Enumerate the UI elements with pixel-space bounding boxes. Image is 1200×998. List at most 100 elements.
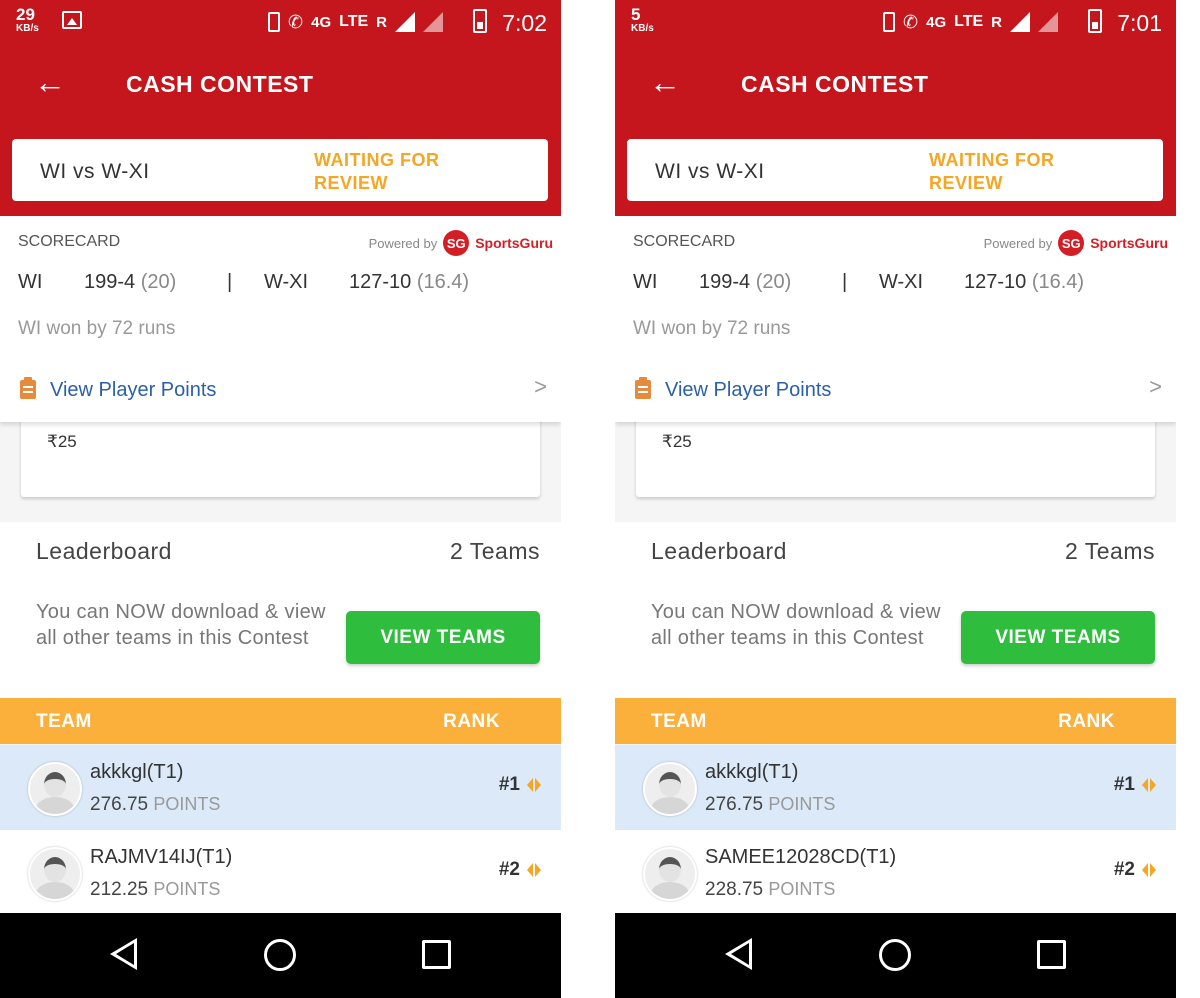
powered-by: Powered by SG SportsGuru	[984, 230, 1168, 256]
back-arrow-icon[interactable]: ←	[649, 66, 681, 98]
app-header: ← CASH CONTEST WI vs W-XI WAITING FOR RE…	[0, 44, 561, 216]
roaming-label: R	[991, 13, 1002, 31]
column-team: TEAM	[36, 711, 92, 732]
match-name: WI vs W-XI	[40, 160, 150, 183]
team-points: 212.25 POINTS	[90, 879, 221, 900]
signal-icon	[395, 12, 415, 32]
table-row[interactable]: akkkgl(T1) 276.75 POINTS #1	[615, 745, 1176, 830]
team1-name: WI	[18, 271, 43, 293]
battery-icon	[473, 9, 487, 33]
team-points: 276.75 POINTS	[705, 794, 836, 815]
team-rank: #2	[498, 859, 520, 880]
team-user-name: SAMEE12028CD(T1)	[705, 846, 897, 868]
view-teams-button[interactable]: VIEW TEAMS	[346, 611, 540, 664]
view-teams-button[interactable]: VIEW TEAMS	[961, 611, 1155, 664]
team2-score: 127-10 (16.4)	[964, 271, 1085, 293]
team1-name: WI	[633, 271, 658, 293]
view-player-points-link[interactable]: View Player Points >	[0, 358, 561, 422]
prize-amount: ₹25	[662, 432, 692, 451]
match-status: WAITING FOR REVIEW	[929, 150, 1055, 193]
team-user-name: RAJMV14IJ(T1)	[90, 846, 233, 868]
scorecard: SCORECARD Powered by SG SportsGuru WI 19…	[615, 216, 1176, 359]
team-rank: #1	[1113, 774, 1135, 795]
scorecard-title: SCORECARD	[633, 233, 736, 250]
signal-secondary-icon	[1038, 12, 1058, 32]
team-count: 2 Teams	[449, 538, 540, 564]
team-rank: #1	[498, 774, 520, 795]
leaderboard-table-header: TEAM RANK	[0, 698, 561, 744]
status-bar: 29 KB/s ✆ 4G LTE R 7:02	[0, 0, 561, 44]
team-user-name: akkkgl(T1)	[705, 761, 799, 783]
powered-by-label: Powered by	[368, 235, 438, 251]
powered-by: Powered by SG SportsGuru	[369, 230, 553, 256]
leaderboard-title: Leaderboard	[651, 538, 787, 564]
column-team: TEAM	[651, 711, 707, 732]
sportsguru-brand: SportsGuru	[475, 235, 553, 251]
nav-recents-icon[interactable]	[1037, 940, 1066, 969]
network-4g-label: 4G	[926, 13, 947, 31]
match-name: WI vs W-XI	[655, 160, 765, 183]
chevron-right-icon: >	[534, 374, 547, 399]
leaderboard: Leaderboard 2 Teams You can NOW download…	[0, 522, 561, 698]
rank-change-icon	[527, 862, 541, 878]
status-time: 7:01	[1117, 10, 1162, 36]
back-arrow-icon[interactable]: ←	[34, 66, 66, 98]
call-icon: ✆	[288, 11, 304, 32]
sportsguru-brand: SportsGuru	[1090, 235, 1168, 251]
system-nav-bar	[0, 913, 561, 998]
signal-secondary-icon	[423, 12, 443, 32]
page-title: CASH CONTEST	[741, 71, 929, 97]
match-result: WI won by 72 runs	[18, 318, 176, 339]
team-rank: #2	[1113, 859, 1135, 880]
nav-recents-icon[interactable]	[422, 940, 451, 969]
status-bar: 5 KB/s ✆ 4G LTE R 7:01	[615, 0, 1176, 44]
team-points: 276.75 POINTS	[90, 794, 221, 815]
team1-score: 199-4 (20)	[84, 271, 177, 293]
leaderboard: Leaderboard 2 Teams You can NOW download…	[615, 522, 1176, 698]
sportsguru-logo-icon: SG	[1058, 230, 1085, 256]
team-user-name: akkkgl(T1)	[90, 761, 184, 783]
avatar	[643, 762, 697, 816]
rank-change-icon	[527, 777, 541, 793]
clipboard-icon	[635, 377, 651, 399]
scorecard-title: SCORECARD	[18, 233, 121, 250]
match-card: WI vs W-XI WAITING FOR REVIEW	[12, 139, 548, 201]
page-title: CASH CONTEST	[126, 71, 314, 97]
vibrate-icon	[268, 12, 281, 32]
call-icon: ✆	[903, 11, 919, 32]
column-rank: RANK	[443, 711, 500, 732]
nav-back-icon[interactable]	[110, 938, 137, 970]
score-separator: |	[227, 271, 233, 293]
system-nav-bar	[615, 913, 1176, 998]
rank-change-icon	[1142, 862, 1156, 878]
column-rank: RANK	[1058, 711, 1115, 732]
avatar	[28, 762, 82, 816]
app-header: ← CASH CONTEST WI vs W-XI WAITING FOR RE…	[615, 44, 1176, 216]
nav-back-icon[interactable]	[725, 938, 752, 970]
vibrate-icon	[883, 12, 896, 32]
leaderboard-title: Leaderboard	[36, 538, 172, 564]
scorecard: SCORECARD Powered by SG SportsGuru WI 19…	[0, 216, 561, 359]
prize-amount: ₹25	[47, 432, 77, 451]
view-player-points-link[interactable]: View Player Points >	[615, 358, 1176, 422]
clipboard-icon	[20, 377, 36, 399]
rank-change-icon	[1142, 777, 1156, 793]
battery-icon	[1088, 9, 1102, 33]
team1-score: 199-4 (20)	[699, 271, 792, 293]
view-player-points-label: View Player Points	[665, 379, 832, 401]
phone-screen-left: 29 KB/s ✆ 4G LTE R 7:02 ← CASH CONTEST W…	[0, 0, 561, 998]
nav-home-icon[interactable]	[264, 939, 296, 971]
table-row[interactable]: SAMEE12028CD(T1) 228.75 POINTS #2	[615, 830, 1176, 915]
powered-by-label: Powered by	[983, 235, 1053, 251]
nav-home-icon[interactable]	[879, 939, 911, 971]
network-speed: 29 KB/s	[16, 5, 39, 34]
match-card: WI vs W-XI WAITING FOR REVIEW	[627, 139, 1163, 201]
lte-label: LTE	[339, 13, 369, 30]
table-row[interactable]: RAJMV14IJ(T1) 212.25 POINTS #2	[0, 830, 561, 915]
network-speed: 5 KB/s	[631, 5, 654, 34]
match-result: WI won by 72 runs	[633, 318, 791, 339]
roaming-label: R	[376, 13, 387, 31]
table-row[interactable]: akkkgl(T1) 276.75 POINTS #1	[0, 745, 561, 830]
team-count: 2 Teams	[1064, 538, 1155, 564]
signal-icon	[1010, 12, 1030, 32]
